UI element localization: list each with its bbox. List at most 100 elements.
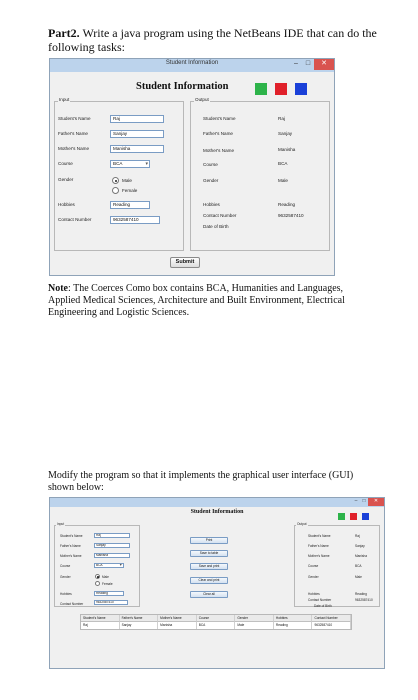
out-mother-name-value: Manisha — [278, 147, 296, 152]
note-text: : The Coerces Como box contains BCA, Hum… — [48, 283, 345, 318]
course-combobox[interactable]: BCA — [110, 160, 150, 168]
out-contact-value: 9632587410 — [355, 598, 373, 602]
save-to-table-button[interactable]: Save to table — [190, 550, 228, 557]
contact-input[interactable]: 9632587410 — [110, 216, 160, 224]
red-square — [350, 513, 357, 520]
clear-all-button[interactable]: Clear all — [190, 591, 228, 598]
out-gender-label: Gender — [203, 178, 219, 183]
green-square — [338, 513, 345, 520]
out-dob-label: Date of Birth — [203, 224, 229, 229]
blue-square — [362, 513, 369, 520]
output-panel-label: Output — [296, 522, 308, 526]
maximize-button[interactable]: □ — [360, 498, 368, 506]
out-contact-label: Contact Number — [203, 213, 237, 218]
hobbies-input[interactable]: Reading — [110, 201, 150, 209]
close-button[interactable]: ✕ — [368, 498, 384, 506]
table-header-cell[interactable]: Mother's Name — [158, 615, 197, 622]
table-header-row: Student's Name Father's Name Mother's Na… — [81, 615, 352, 622]
table-cell: Manisha — [158, 622, 197, 629]
input-panel — [54, 101, 184, 251]
contact-label: Contact Number — [60, 602, 84, 606]
student-info-window-1: Student Information – □ ✕ Student Inform… — [49, 58, 335, 276]
blue-square — [295, 83, 307, 95]
part2-label: Part2. — [48, 26, 80, 40]
male-radio-label: Male — [102, 575, 109, 579]
out-course-value: BCA — [355, 564, 362, 568]
out-gender-value: Male — [355, 575, 362, 579]
maximize-button[interactable]: □ — [302, 59, 314, 70]
submit-button[interactable]: Submit — [170, 257, 200, 268]
out-mother-name-label: Mother's Name — [308, 554, 330, 558]
table-cell: Male — [235, 622, 274, 629]
father-name-input[interactable]: Sanjay — [110, 130, 164, 138]
out-student-name-label: Student's Name — [203, 116, 236, 121]
female-radio[interactable] — [95, 581, 100, 586]
out-hobbies-label: Hobbies — [203, 202, 220, 207]
close-button[interactable]: ✕ — [314, 59, 334, 70]
out-father-name-label: Father's Name — [203, 131, 233, 136]
table-header-cell[interactable]: Student's Name — [81, 615, 120, 622]
student-name-input[interactable]: Raj — [94, 533, 130, 538]
course-label: Course — [60, 564, 71, 568]
out-hobbies-value: Reading — [278, 202, 296, 207]
hobbies-label: Hobbies — [60, 592, 72, 596]
out-dob-label: Date of Birth — [314, 604, 332, 608]
mother-name-input[interactable]: Manisha — [94, 553, 130, 558]
student-table[interactable]: Student's Name Father's Name Mother's Na… — [80, 614, 352, 630]
gender-label: Gender — [58, 177, 74, 182]
out-mother-name-label: Mother's Name — [203, 148, 235, 153]
out-gender-value: Male — [278, 178, 288, 183]
course-label: Course — [58, 161, 73, 166]
input-panel-label: Input — [58, 97, 71, 102]
table-header-cell[interactable]: Father's Name — [119, 615, 159, 622]
part2-text: Write a java program using the NetBeans … — [48, 26, 377, 54]
hobbies-input[interactable]: Reading — [94, 591, 124, 596]
clear-and-print-button[interactable]: Clear and print — [190, 577, 228, 584]
male-radio[interactable] — [95, 574, 100, 579]
table-row[interactable]: Raj Sanjay Manisha BCA Male Reading 9632… — [81, 622, 352, 629]
part2-instruction: Part2. Write a java program using the Ne… — [48, 26, 378, 54]
table-cell: Reading — [274, 622, 313, 629]
minimize-button[interactable]: – — [352, 498, 360, 506]
father-name-label: Father's Name — [60, 544, 81, 548]
contact-label: Contact Number — [58, 217, 92, 222]
student-name-label: Student's Name — [58, 116, 91, 121]
female-radio[interactable] — [112, 187, 119, 194]
table-cell: BCA — [197, 622, 236, 629]
output-panel — [294, 525, 380, 607]
student-name-input[interactable]: Raj — [110, 115, 164, 123]
out-course-label: Course — [308, 564, 319, 568]
contact-input[interactable]: 9632587410 — [94, 600, 128, 605]
course-combobox[interactable]: BCA — [94, 563, 124, 568]
out-student-name-value: Raj — [278, 116, 285, 121]
input-panel-label: Input — [56, 522, 66, 526]
window1-titlebar: Student Information – □ ✕ — [50, 59, 334, 72]
mother-name-input[interactable]: Manisha — [110, 145, 164, 153]
out-contact-value: 9632587410 — [278, 213, 304, 218]
note-label: Note — [48, 283, 68, 294]
minimize-button[interactable]: – — [290, 59, 302, 70]
male-radio-label: Male — [122, 178, 132, 183]
save-and-print-button[interactable]: Save and print — [190, 563, 228, 570]
window2-titlebar: – □ ✕ — [50, 498, 384, 507]
male-radio[interactable] — [112, 177, 119, 184]
window2-heading: Student Information — [190, 509, 244, 515]
student-info-window-2: – □ ✕ Student Information Input Student'… — [49, 497, 385, 669]
print-button[interactable]: Print — [190, 537, 228, 544]
mother-name-label: Mother's Name — [58, 146, 90, 151]
female-radio-label: Female — [122, 188, 138, 193]
out-hobbies-label: Hobbies — [308, 592, 320, 596]
out-course-value: BCA — [278, 161, 288, 166]
table-header-cell[interactable]: Gender — [235, 615, 274, 622]
gender-label: Gender — [60, 575, 71, 579]
table-header-cell[interactable]: Course — [196, 615, 236, 622]
table-header-cell[interactable]: Hobbies — [273, 615, 313, 622]
output-panel-label: Output — [194, 97, 210, 102]
out-father-name-label: Father's Name — [308, 544, 329, 548]
out-father-name-value: Sanjay — [278, 131, 293, 136]
table-header-cell[interactable]: Contact Number — [312, 615, 352, 622]
table-cell: Sanjay — [120, 622, 159, 629]
out-mother-name-value: Manisha — [355, 554, 368, 558]
hobbies-label: Hobbies — [58, 202, 75, 207]
father-name-input[interactable]: Sanjay — [94, 543, 130, 548]
